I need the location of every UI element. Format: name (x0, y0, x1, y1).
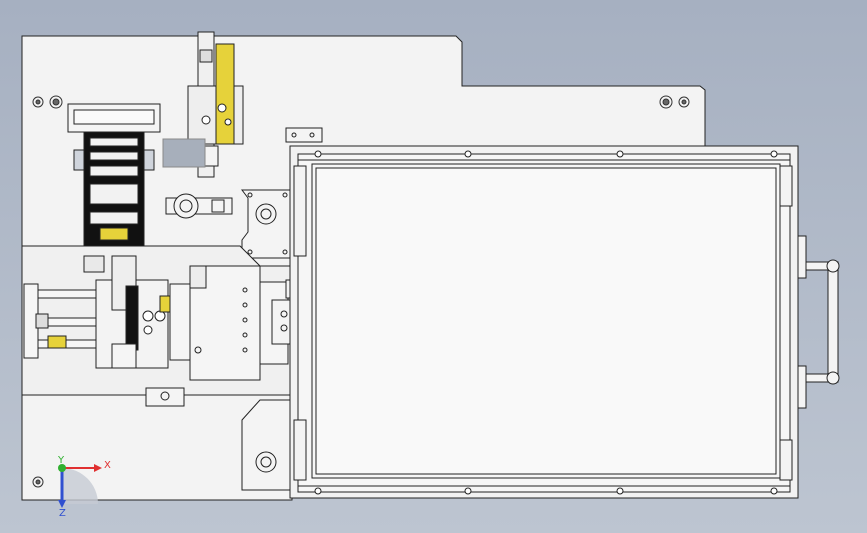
cad-graphics-viewport[interactable]: X Y Z (0, 0, 867, 533)
linear-rails (23, 283, 99, 359)
tray-frame (289, 145, 799, 499)
z-axis-label: Z (59, 508, 66, 519)
x-axis-label: X (104, 460, 111, 471)
cylinder-gauge (165, 193, 233, 219)
y-axis-label: Y (57, 455, 65, 466)
motor-mount-lower (241, 399, 293, 491)
lower-bracket (145, 387, 185, 407)
tray-top-bracket (285, 127, 323, 143)
motor-mount-upper (241, 189, 293, 259)
shadow-block (162, 138, 206, 168)
cad-model-canvas[interactable]: X Y Z (0, 0, 867, 533)
